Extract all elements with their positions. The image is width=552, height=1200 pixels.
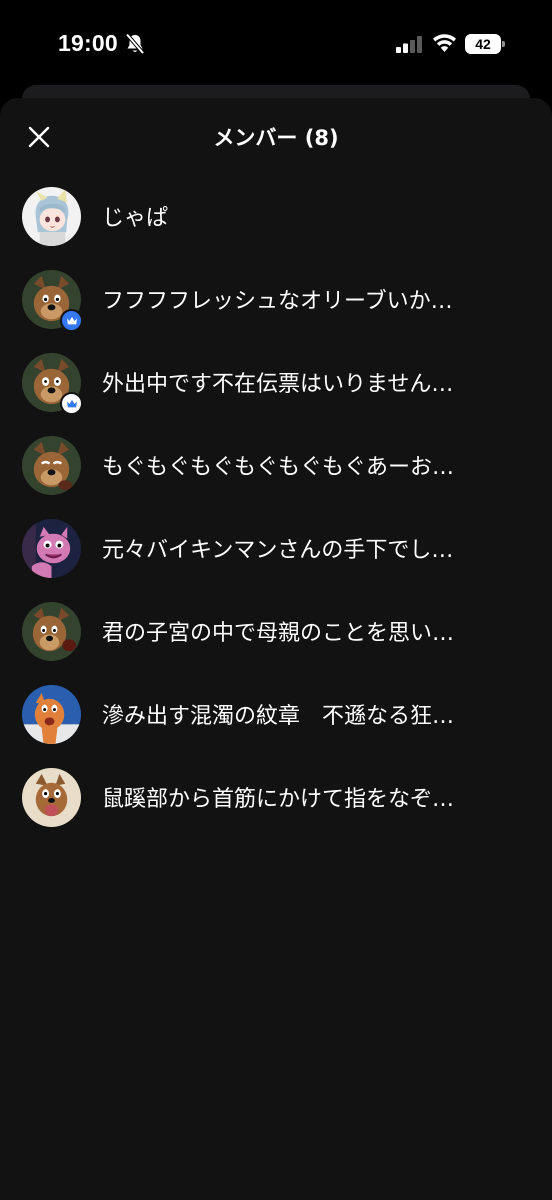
status-time: 19:00 xyxy=(58,30,118,56)
avatar xyxy=(22,187,81,246)
battery-icon: 42 xyxy=(465,34,505,54)
member-name: 外出中です不在伝票はいりません… xyxy=(102,372,454,397)
member-row[interactable]: 外出中です不在伝票はいりません… xyxy=(0,352,552,435)
member-name: 君の子宮の中で母親のことを思い… xyxy=(102,621,455,646)
member-name: 元々バイキンマンさんの手下でし… xyxy=(102,538,454,563)
member-row[interactable]: 君の子宮の中で母親のことを思い… xyxy=(0,601,552,684)
sheet-title: メンバー (8) xyxy=(213,126,339,150)
member-name: フフフフレッシュなオリーブいか… xyxy=(102,289,453,314)
owner-badge xyxy=(60,309,83,332)
crown-icon xyxy=(66,399,77,407)
member-row[interactable]: 滲み出す混濁の紋章 不遜なる狂… xyxy=(0,684,552,767)
member-row[interactable]: じゃぱ xyxy=(0,186,552,269)
avatar xyxy=(22,519,81,578)
wifi-icon xyxy=(432,33,457,53)
avatar xyxy=(22,685,81,744)
avatar xyxy=(22,602,81,661)
bell-slash-icon xyxy=(125,33,145,55)
member-name: 滲み出す混濁の紋章 不遜なる狂… xyxy=(102,704,455,729)
avatar xyxy=(22,436,81,495)
battery-cap xyxy=(502,41,505,47)
member-row[interactable]: フフフフレッシュなオリーブいか… xyxy=(0,269,552,352)
member-row[interactable]: 元々バイキンマンさんの手下でし… xyxy=(0,518,552,601)
member-row[interactable]: 鼠蹊部から首筋にかけて指をなぞ… xyxy=(0,767,552,850)
status-bar: 19:00 42 xyxy=(0,0,552,90)
members-sheet: メンバー (8) じゃぱ フフフフレッシュなオリーブいか… 外出中です不在伝票は… xyxy=(0,98,552,1200)
member-name: もぐもぐもぐもぐもぐもぐあーお… xyxy=(102,455,455,480)
member-list: じゃぱ フフフフレッシュなオリーブいか… 外出中です不在伝票はいりません… もぐ… xyxy=(0,186,552,850)
member-name: 鼠蹊部から首筋にかけて指をなぞ… xyxy=(102,787,455,812)
crown-icon xyxy=(66,316,77,324)
avatar xyxy=(22,768,81,827)
signal-icon xyxy=(396,36,423,53)
battery-level: 42 xyxy=(465,34,501,54)
admin-badge xyxy=(60,392,83,415)
member-name: じゃぱ xyxy=(102,206,169,231)
member-row[interactable]: もぐもぐもぐもぐもぐもぐあーお… xyxy=(0,435,552,518)
